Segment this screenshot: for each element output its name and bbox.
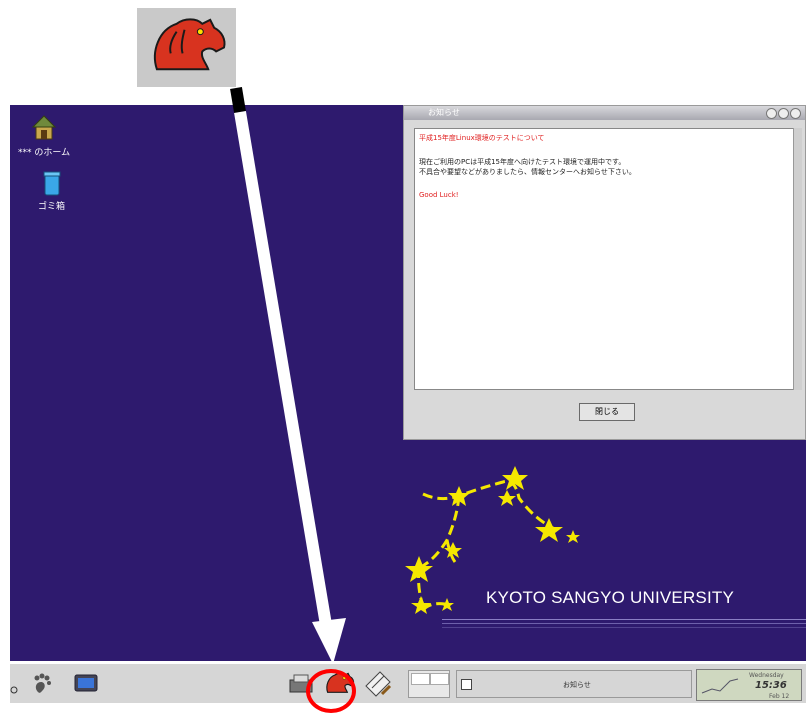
logo-rule-1 [442, 619, 806, 620]
logo-rule-2 [442, 623, 806, 624]
desktop: *** のホーム ゴミ箱 お知らせ 平成15年度Linux環境のテストについて … [10, 105, 806, 661]
trash-label: ゴミ箱 [38, 201, 66, 212]
university-logo-text: KYOTO SANGYO UNIVERSITY [486, 588, 735, 607]
clock-graph-icon [701, 678, 739, 694]
text-editor-icon[interactable] [362, 668, 394, 704]
panel-hide-handle-icon[interactable] [10, 679, 18, 698]
task-list: お知らせ [456, 670, 692, 698]
trash-icon[interactable]: ゴミ箱 [38, 169, 65, 213]
mozilla-zoom-icon [137, 8, 236, 87]
clock-date: Feb 12 [769, 693, 790, 700]
message-scrollbar[interactable] [793, 128, 802, 390]
task-window-icon [461, 679, 472, 690]
highlight-circle [306, 669, 356, 713]
message-heading[interactable]: 平成15年度Linux環境のテストについて [419, 133, 792, 143]
home-folder-icon[interactable]: *** のホーム [18, 113, 70, 159]
logo-rule-3 [442, 627, 806, 628]
workspace-pager[interactable] [408, 670, 450, 698]
maximize-icon[interactable] [778, 108, 789, 119]
workspace-2[interactable] [430, 673, 449, 685]
message-line-1: 現在ご利用のPCは平成15年度へ向けたテスト環境で運用中です。 [419, 158, 626, 166]
clock-time: 15:36 [755, 680, 787, 691]
good-luck-text: Good Luck! [419, 191, 459, 199]
message-window: お知らせ 平成15年度Linux環境のテストについて 現在ご利用のPCは平成15… [403, 105, 806, 440]
message-window-titlebar[interactable]: お知らせ [404, 106, 805, 120]
minimize-icon[interactable] [766, 108, 777, 119]
close-button[interactable]: 閉じる [579, 403, 635, 421]
clock-day: Wednesday [749, 672, 784, 679]
close-icon[interactable] [790, 108, 801, 119]
message-window-title: お知らせ [428, 108, 460, 117]
message-line-2: 不具合や要望などがありましたら、情報センターへお知らせ下さい。 [419, 168, 636, 176]
message-body: 平成15年度Linux環境のテストについて 現在ご利用のPCは平成15年度へ向け… [414, 128, 797, 390]
terminal-monitor-icon[interactable] [74, 673, 98, 699]
task-button-label[interactable]: お知らせ [563, 680, 591, 690]
taskbar: お知らせ Wednesday 15:36 Feb 12 [10, 663, 806, 703]
workspace-1[interactable] [411, 673, 430, 685]
gnome-foot-menu-icon[interactable] [28, 670, 56, 702]
home-folder-label: *** のホーム [18, 147, 71, 158]
clock-applet[interactable]: Wednesday 15:36 Feb 12 [696, 669, 802, 701]
